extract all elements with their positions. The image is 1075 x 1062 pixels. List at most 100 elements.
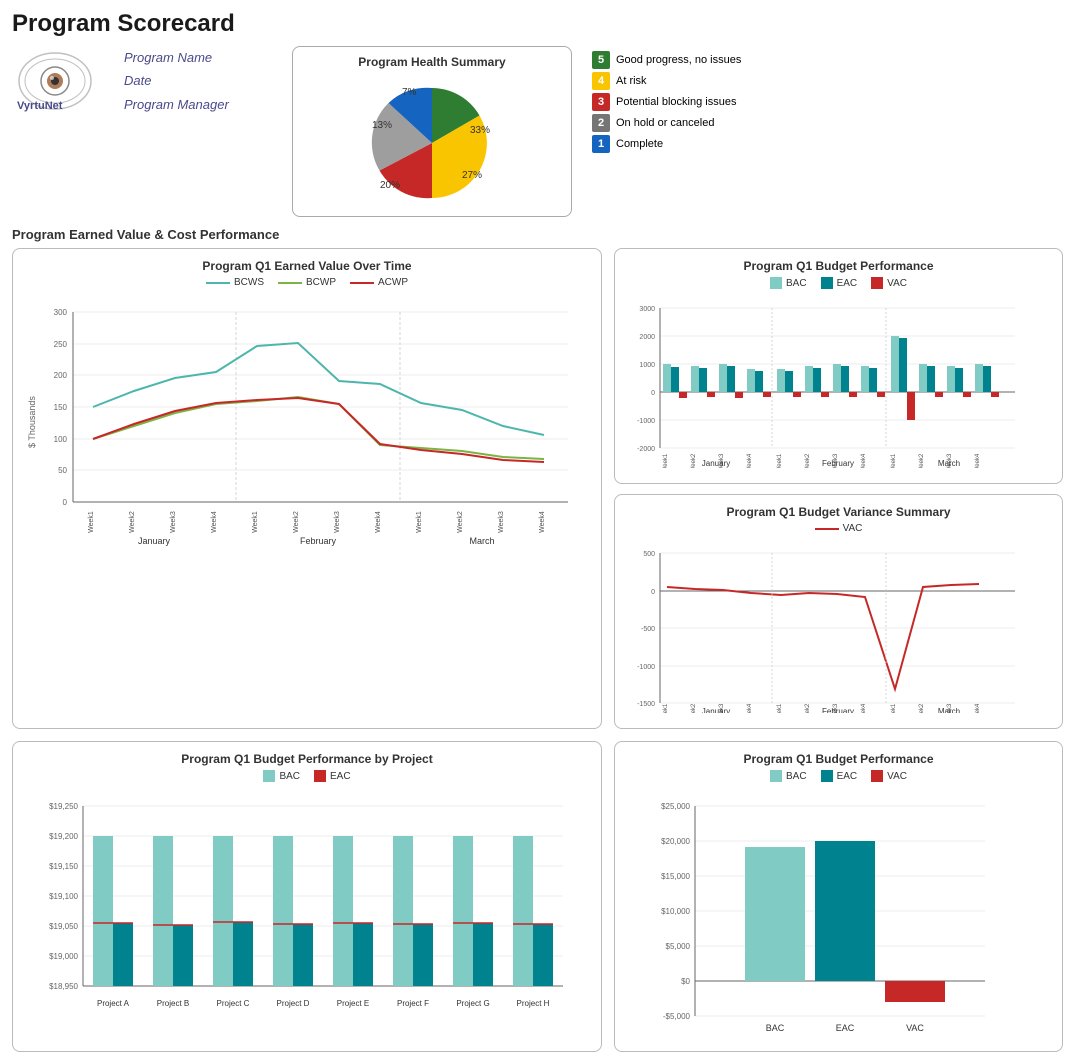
program-info: Program Name Date Program Manager — [124, 46, 229, 116]
svg-text:March: March — [938, 707, 960, 713]
budget-variance-svg: 500 0 -500 -1000 -1500 Week — [625, 538, 1025, 713]
logo: VyrtuNet — [12, 46, 112, 116]
legend-badge-1: 1 — [592, 135, 610, 153]
svg-text:March: March — [469, 536, 494, 546]
svg-text:Week4: Week4 — [975, 703, 981, 713]
ev-chart-title: Program Q1 Earned Value Over Time — [23, 259, 591, 273]
bs-legend-vac: VAC — [871, 770, 907, 782]
svg-text:33%: 33% — [470, 125, 490, 136]
svg-text:$18,950: $18,950 — [49, 982, 78, 991]
svg-text:$15,000: $15,000 — [661, 872, 690, 881]
legend-box: 5 Good progress, no issues 4 At risk 3 P… — [592, 51, 792, 153]
svg-text:0: 0 — [63, 498, 68, 507]
svg-text:500: 500 — [643, 551, 655, 558]
svg-text:2000: 2000 — [639, 334, 655, 341]
bp-legend-eac: EAC — [821, 277, 858, 289]
svg-text:200: 200 — [54, 371, 68, 380]
ev-legend-acwp: ACWP — [350, 277, 408, 288]
svg-text:BAC: BAC — [766, 1023, 785, 1033]
budget-by-project-svg: $19,250 $19,200 $19,150 $19,100 $19,050 … — [23, 786, 583, 1036]
budget-summary-box: Program Q1 Budget Performance BAC EAC VA… — [614, 741, 1063, 1052]
svg-text:Week1: Week1 — [88, 511, 95, 533]
top-section: VyrtuNet Program Name Date Program Manag… — [12, 46, 1063, 217]
legend-item-4: 4 At risk — [592, 72, 792, 90]
legend-badge-3: 3 — [592, 93, 610, 111]
right-charts-col: Program Q1 Budget Performance BAC EAC VA… — [614, 248, 1063, 729]
svg-text:Week2: Week2 — [691, 703, 697, 713]
legend-badge-2: 2 — [592, 114, 610, 132]
svg-text:$19,100: $19,100 — [49, 892, 78, 901]
svg-text:$0: $0 — [681, 977, 690, 986]
svg-text:1000: 1000 — [639, 362, 655, 369]
ev-legend-bcwp: BCWP — [278, 277, 336, 288]
svg-text:0: 0 — [651, 589, 655, 596]
svg-text:-500: -500 — [641, 626, 655, 633]
svg-text:$10,000: $10,000 — [661, 907, 690, 916]
svg-text:Project G: Project G — [456, 999, 489, 1008]
ev-chart-svg: $ Thousands 300 250 200 150 100 50 0 — [23, 292, 583, 552]
legend-badge-5: 5 — [592, 51, 610, 69]
svg-text:Week4: Week4 — [747, 703, 753, 713]
svg-text:Week1: Week1 — [663, 703, 669, 713]
date-label: Date — [124, 69, 229, 92]
legend-text-2: On hold or canceled — [616, 117, 714, 129]
svg-text:March: March — [938, 459, 960, 468]
bottom-charts-row: Program Q1 Budget Performance by Project… — [12, 741, 1063, 1052]
svg-text:-1000: -1000 — [637, 418, 655, 425]
program-name-label: Program Name — [124, 46, 229, 69]
svg-text:50: 50 — [58, 466, 67, 475]
svg-text:-$5,000: -$5,000 — [663, 1012, 691, 1021]
svg-text:Week4: Week4 — [539, 511, 546, 533]
svg-text:Week3: Week3 — [170, 511, 177, 533]
budget-perf-chart-box: Program Q1 Budget Performance BAC EAC VA… — [614, 248, 1063, 484]
budget-perf-legend: BAC EAC VAC — [625, 277, 1052, 289]
svg-text:Week2: Week2 — [919, 703, 925, 713]
svg-text:Week2: Week2 — [129, 511, 136, 533]
bv-legend-vac: VAC — [815, 523, 863, 534]
svg-text:Project H: Project H — [517, 999, 550, 1008]
budget-perf-svg: 3000 2000 1000 0 -1000 -2000 — [625, 293, 1025, 468]
svg-text:300: 300 — [54, 308, 68, 317]
svg-text:250: 250 — [54, 340, 68, 349]
svg-text:Week4: Week4 — [861, 453, 867, 468]
budget-by-project-box: Program Q1 Budget Performance by Project… — [12, 741, 602, 1052]
svg-text:3000: 3000 — [639, 306, 655, 313]
svg-text:Week2: Week2 — [805, 453, 811, 468]
svg-text:$19,050: $19,050 — [49, 922, 78, 931]
section-label: Program Earned Value & Cost Performance — [12, 227, 1063, 242]
svg-text:VAC: VAC — [906, 1023, 924, 1033]
legend-item-2: 2 On hold or canceled — [592, 114, 792, 132]
page-title: Program Scorecard — [12, 10, 1063, 38]
legend-text-4: At risk — [616, 75, 647, 87]
svg-text:27%: 27% — [462, 170, 482, 181]
svg-text:$25,000: $25,000 — [661, 802, 690, 811]
budget-summary-svg: $25,000 $20,000 $15,000 $10,000 $5,000 $… — [625, 786, 1005, 1036]
svg-text:$5,000: $5,000 — [666, 942, 691, 951]
svg-text:Week1: Week1 — [891, 453, 897, 468]
svg-text:13%: 13% — [372, 120, 392, 131]
svg-text:EAC: EAC — [836, 1023, 855, 1033]
bbp-legend: BAC EAC — [23, 770, 591, 782]
svg-text:-1500: -1500 — [637, 701, 655, 708]
svg-text:Week1: Week1 — [416, 511, 423, 533]
svg-text:20%: 20% — [380, 180, 400, 191]
svg-text:7%: 7% — [402, 87, 417, 98]
bbp-legend-bac: BAC — [263, 770, 300, 782]
svg-text:Week1: Week1 — [663, 453, 669, 468]
budget-variance-title: Program Q1 Budget Variance Summary — [625, 505, 1052, 519]
svg-text:$19,250: $19,250 — [49, 802, 78, 811]
legend-item-5: 5 Good progress, no issues — [592, 51, 792, 69]
budget-variance-chart-box: Program Q1 Budget Variance Summary VAC 5… — [614, 494, 1063, 729]
budget-variance-legend: VAC — [625, 523, 1052, 534]
ev-chart-box: Program Q1 Earned Value Over Time BCWS B… — [12, 248, 602, 729]
svg-text:February: February — [300, 536, 337, 546]
svg-text:Project F: Project F — [397, 999, 429, 1008]
svg-text:Week4: Week4 — [375, 511, 382, 533]
svg-text:Week4: Week4 — [211, 511, 218, 533]
budget-summary-title: Program Q1 Budget Performance — [625, 752, 1052, 766]
manager-label: Program Manager — [124, 93, 229, 116]
svg-text:January: January — [702, 459, 730, 468]
svg-text:Week2: Week2 — [691, 453, 697, 468]
page-container: Program Scorecard VyrtuNet — [0, 0, 1075, 1062]
svg-text:Project E: Project E — [337, 999, 369, 1008]
